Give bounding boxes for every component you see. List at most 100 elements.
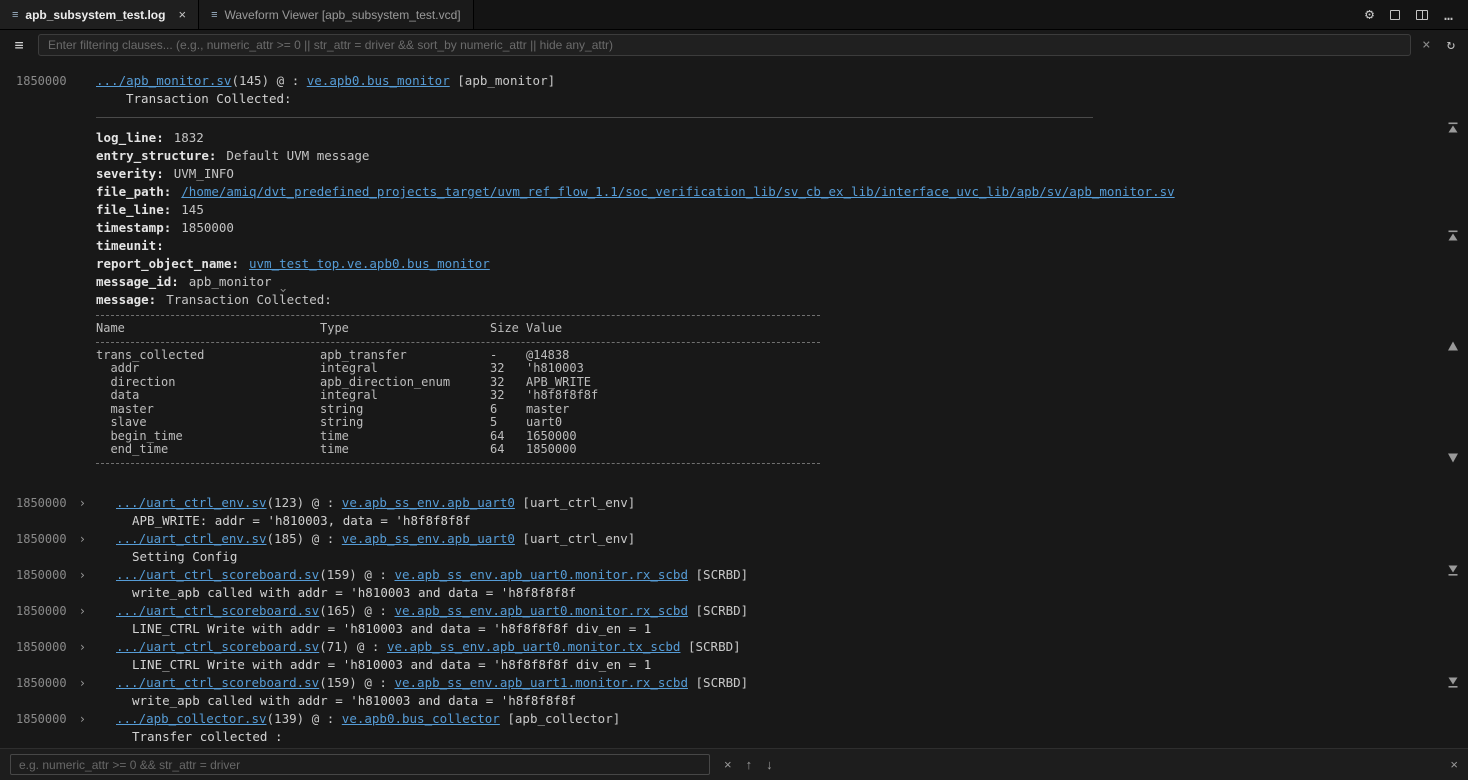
scroll-to-bottom-icon[interactable]	[1446, 562, 1460, 576]
entry-message: Transfer collected :	[116, 728, 1468, 746]
log-entry: 1850000 › .../uart_ctrl_scoreboard.sv(159…	[0, 674, 1468, 710]
entry-timestamp: 1850000	[16, 72, 67, 470]
source-file-link[interactable]: .../uart_ctrl_scoreboard.sv	[116, 603, 319, 618]
entry-gutter: 1850000 ›	[0, 72, 96, 470]
entry-timestamp: 1850000	[16, 710, 67, 746]
chevron-right-icon[interactable]: ›	[79, 530, 86, 566]
source-file-link[interactable]: .../uart_ctrl_scoreboard.sv	[116, 675, 319, 690]
split-editor-icon[interactable]	[1416, 10, 1428, 20]
chevron-right-icon[interactable]: ›	[79, 602, 86, 638]
table-row: slavestring5uart0	[96, 416, 1468, 430]
filter-bar: ≡ × ↻	[0, 30, 1468, 60]
entry-header: .../uart_ctrl_scoreboard.sv(159) @ : ve.…	[116, 566, 1468, 584]
entry-message: write_apb called with addr = 'h810003 an…	[116, 584, 1468, 602]
file-path-link[interactable]: /home/amiq/dvt_predefined_projects_targe…	[181, 184, 1174, 199]
report-object-link[interactable]: ve.apb_ss_env.apb_uart0	[342, 495, 515, 510]
scroll-to-top-icon[interactable]	[1446, 120, 1460, 134]
entry-message: LINE_CTRL Write with addr = 'h810003 and…	[116, 620, 1468, 638]
detail-row: message:Transaction Collected:	[96, 291, 1468, 309]
source-file-link[interactable]: .../apb_collector.sv	[116, 711, 267, 726]
chevron-right-icon[interactable]: ›	[79, 710, 86, 746]
tab-log-file[interactable]: ≡ apb_subsystem_test.log ×	[0, 0, 199, 29]
find-input[interactable]	[10, 754, 710, 775]
log-content[interactable]: 1850000 › .../apb_monitor.sv(145) @ : ve…	[0, 60, 1468, 748]
entry-timestamp: 1850000	[16, 494, 67, 530]
report-object-link[interactable]: ve.apb0.bus_monitor	[307, 73, 450, 88]
log-file-icon: ≡	[12, 9, 18, 21]
log-entry: 1850000› .../uart_ctrl_scoreboard.sv(71)…	[0, 638, 1468, 674]
report-object-link[interactable]: ve.apb_ss_env.apb_uart0.monitor.rx_scbd	[394, 603, 688, 618]
find-next-icon[interactable]: ↓	[766, 757, 773, 772]
entry-timestamp: 1850000	[16, 638, 67, 674]
log-entry: 1850000 › .../uart_ctrl_scoreboard.sv(165…	[0, 602, 1468, 638]
entry-timestamp: 1850000	[16, 674, 67, 710]
source-file-link[interactable]: .../uart_ctrl_scoreboard.sv	[116, 567, 319, 582]
scroll-to-top-icon[interactable]	[1446, 228, 1460, 242]
entry-header: .../uart_ctrl_env.sv(123) @ : ve.apb_ss_…	[116, 494, 1468, 512]
entry-timestamp: 1850000	[16, 566, 67, 602]
detail-row: timeunit:	[96, 237, 1468, 255]
entry-message: Transaction Collected:	[96, 90, 1468, 108]
more-actions-icon[interactable]: …	[1444, 6, 1454, 24]
spacer	[0, 470, 1468, 494]
component-tag: [apb_monitor]	[457, 73, 555, 88]
report-object-link[interactable]: ve.apb0.bus_collector	[342, 711, 500, 726]
entry-header: .../apb_monitor.sv(145) @ : ve.apb0.bus_…	[96, 72, 1468, 90]
report-object-link[interactable]: ve.apb_ss_env.apb_uart0.monitor.rx_scbd	[394, 567, 688, 582]
find-previous-icon[interactable]: ↑	[746, 757, 753, 772]
scroll-to-bottom-icon[interactable]	[1446, 674, 1460, 688]
source-file-link[interactable]: .../uart_ctrl_env.sv	[116, 495, 267, 510]
chevron-right-icon[interactable]: ›	[79, 638, 86, 674]
component-tag: [SCRBD]	[688, 639, 741, 654]
entry-header: .../uart_ctrl_scoreboard.sv(159) @ : ve.…	[116, 674, 1468, 692]
dashed-separator	[96, 342, 820, 343]
log-entry-expanded: 1850000 › .../apb_monitor.sv(145) @ : ve…	[0, 72, 1468, 470]
report-object-link[interactable]: ve.apb_ss_env.apb_uart1.monitor.rx_scbd	[394, 675, 688, 690]
component-tag: [SCRBD]	[696, 603, 749, 618]
scroll-down-icon[interactable]	[1446, 450, 1460, 464]
entry-message: LINE_CTRL Write with addr = 'h810003 and…	[116, 656, 1468, 674]
float-window-icon[interactable]	[1390, 10, 1400, 20]
chevron-right-icon[interactable]: ›	[79, 494, 86, 530]
close-find-bar-icon[interactable]: ×	[1450, 757, 1458, 772]
source-file-link[interactable]: .../uart_ctrl_scoreboard.sv	[116, 639, 319, 654]
dashed-separator	[96, 463, 820, 464]
component-tag: [SCRBD]	[696, 675, 749, 690]
report-object-link[interactable]: ve.apb_ss_env.apb_uart0.monitor.tx_scbd	[387, 639, 681, 654]
report-object-name-link[interactable]: uvm_test_top.ve.apb0.bus_monitor	[249, 256, 490, 271]
clear-find-icon[interactable]: ×	[724, 757, 732, 772]
transaction-table: NameTypeSizeValue trans_collectedapb_tra…	[96, 315, 1468, 464]
entry-header: .../uart_ctrl_scoreboard.sv(165) @ : ve.…	[116, 602, 1468, 620]
component-tag: [uart_ctrl_env]	[522, 495, 635, 510]
table-row: masterstring6master	[96, 403, 1468, 417]
at-separator: @ :	[277, 73, 300, 88]
table-row: directionapb_direction_enum32APB_WRITE	[96, 376, 1468, 390]
detail-row: file_path:/home/amiq/dvt_predefined_proj…	[96, 183, 1468, 201]
filter-menu-icon[interactable]: ≡	[8, 36, 30, 54]
dashed-separator	[96, 315, 820, 316]
chevron-right-icon[interactable]: ›	[79, 566, 86, 602]
chevron-right-icon[interactable]: ›	[79, 674, 86, 710]
table-row: addrintegral32'h810003	[96, 362, 1468, 376]
clear-filter-icon[interactable]: ×	[1419, 37, 1433, 53]
tab-waveform-viewer[interactable]: ≡ Waveform Viewer [apb_subsystem_test.vc…	[199, 0, 474, 29]
scroll-up-icon[interactable]	[1446, 338, 1460, 352]
log-entry: 1850000 › .../uart_ctrl_env.sv(123) @ : v…	[0, 494, 1468, 530]
log-viewer-app: ≡ apb_subsystem_test.log × ≡ Waveform Vi…	[0, 0, 1468, 780]
detail-row: log_line:1832	[96, 129, 1468, 147]
source-file-link[interactable]: .../apb_monitor.sv	[96, 73, 231, 88]
close-tab-icon[interactable]: ×	[178, 7, 186, 22]
entry-message: APB_WRITE: addr = 'h810003, data = 'h8f8…	[116, 512, 1468, 530]
detail-row: entry_structure:Default UVM message	[96, 147, 1468, 165]
table-row: end_timetime641850000	[96, 443, 1468, 457]
filter-input[interactable]	[38, 34, 1411, 56]
source-file-link[interactable]: .../uart_ctrl_env.sv	[116, 531, 267, 546]
detail-row: message_id:apb_monitor	[96, 273, 1468, 291]
gear-icon[interactable]: ⚙	[1365, 7, 1374, 22]
report-object-link[interactable]: ve.apb_ss_env.apb_uart0	[342, 531, 515, 546]
entry-timestamp: 1850000	[16, 602, 67, 638]
chevron-down-icon[interactable]: ›	[0, 287, 292, 294]
refresh-icon[interactable]: ↻	[1442, 37, 1460, 53]
log-entry: 1850000 › .../uart_ctrl_scoreboard.sv(159…	[0, 566, 1468, 602]
source-line-number: (145)	[231, 73, 269, 88]
